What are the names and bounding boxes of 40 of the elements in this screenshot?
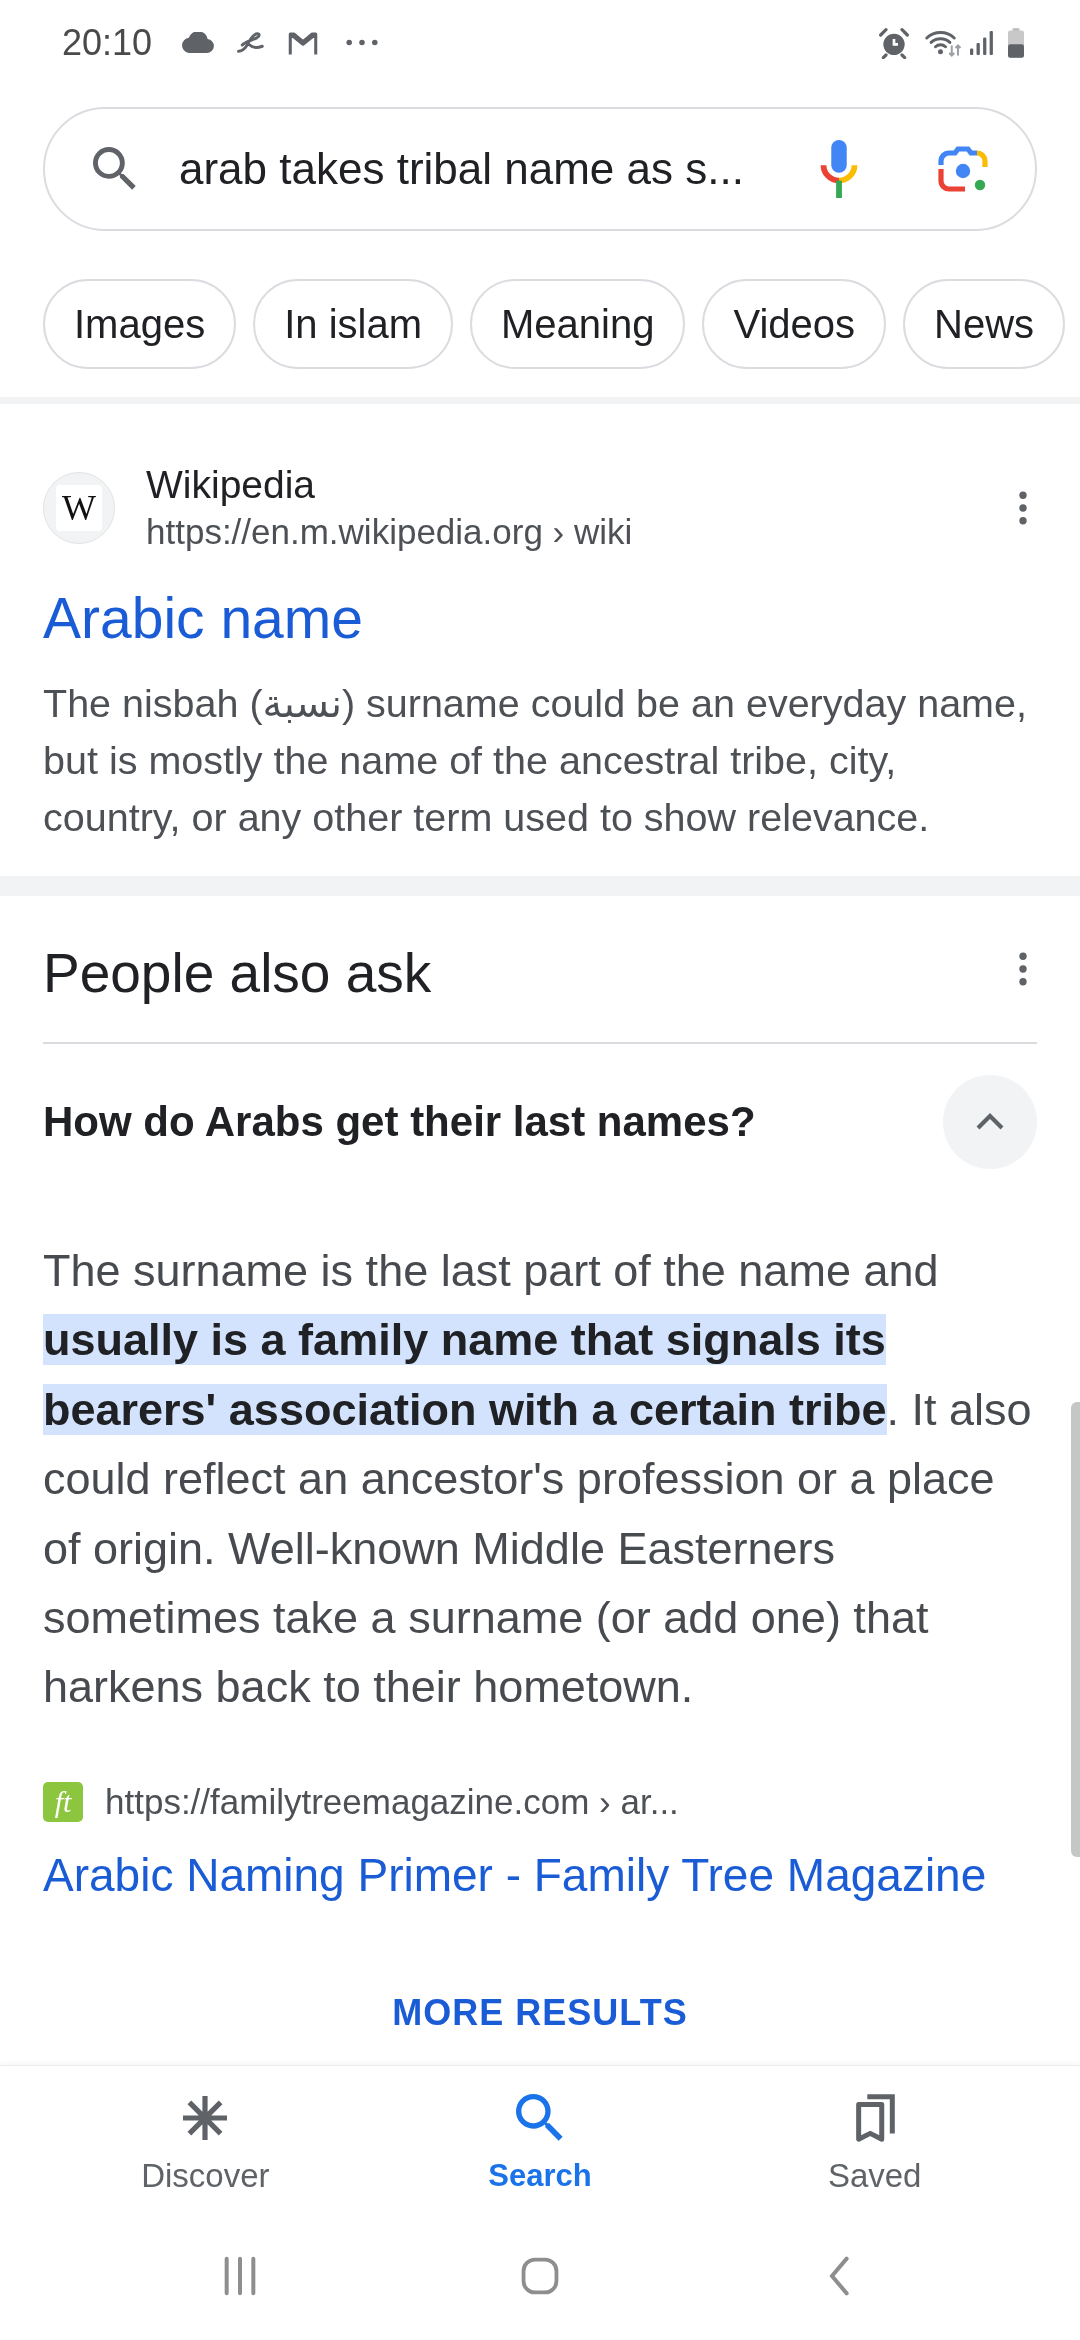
- filter-chip[interactable]: Images: [43, 279, 237, 369]
- saved-tab[interactable]: Saved: [707, 2066, 1042, 2226]
- camera-search-button[interactable]: [937, 145, 989, 193]
- filter-chip[interactable]: Meaning: [470, 279, 686, 369]
- home-icon[interactable]: [521, 2256, 559, 2296]
- signal-icon: [970, 29, 994, 56]
- filter-chip[interactable]: In islam: [253, 279, 453, 369]
- result-url: https://en.m.wikipedia.org › wiki: [146, 511, 634, 553]
- site-name: Wikipedia: [146, 462, 317, 508]
- asterisk-icon: [181, 2093, 230, 2143]
- back-icon[interactable]: [829, 2256, 851, 2296]
- site-favicon: ft: [43, 1781, 83, 1822]
- cloud-icon: [180, 32, 215, 53]
- filter-chip[interactable]: Videos: [702, 279, 886, 369]
- chevron-up-icon: [975, 1113, 1005, 1131]
- site-favicon: W: [43, 472, 115, 544]
- question-text[interactable]: How do Arabs get their last names?: [43, 1098, 756, 1146]
- camera-lens-icon: [937, 145, 989, 193]
- status-time: 20:10: [62, 21, 153, 64]
- filter-chip[interactable]: News: [903, 279, 1066, 369]
- discover-tab[interactable]: Discover: [38, 2066, 373, 2226]
- section-heading: People also ask: [43, 941, 432, 1005]
- search-tab[interactable]: Search: [372, 2066, 708, 2226]
- more-notifications-icon: [346, 39, 379, 46]
- answer-paragraph: The surname is the last part of the name and usually is a family name that signals its bearers' association with a certain tribe. It also could reflect an ancestor's profession or a place of origin. Well-known Middle Easterners sometimes take a surname (or add one) that harkens back to their hometown.: [43, 1244, 1033, 1715]
- microphone-icon: [819, 140, 859, 198]
- alarm-icon: [878, 26, 910, 59]
- result-snippet: The nisbah (نسبة) surname could be an everyday name, but is mostly the name of the ancestral tribe, city, country, or any other term used to show relevance.: [43, 680, 1028, 841]
- result-title-link[interactable]: Arabic name: [43, 583, 363, 653]
- search-icon: [516, 2093, 564, 2143]
- source-url: https://familytreemagazine.com › ar...: [105, 1780, 679, 1823]
- swirl-icon: [236, 30, 267, 55]
- search-icon: [93, 147, 137, 191]
- more-options-icon[interactable]: [1018, 952, 1028, 986]
- more-options-icon[interactable]: [1018, 491, 1028, 525]
- search-field[interactable]: arab takes tribal name as s...: [43, 107, 1037, 231]
- microphone-button[interactable]: [819, 140, 859, 198]
- battery-icon: [1008, 27, 1024, 58]
- more-results-button[interactable]: MORE RESULTS: [392, 1987, 688, 2038]
- source-title-link[interactable]: Arabic Naming Primer - Family Tree Magazine: [43, 1845, 987, 1904]
